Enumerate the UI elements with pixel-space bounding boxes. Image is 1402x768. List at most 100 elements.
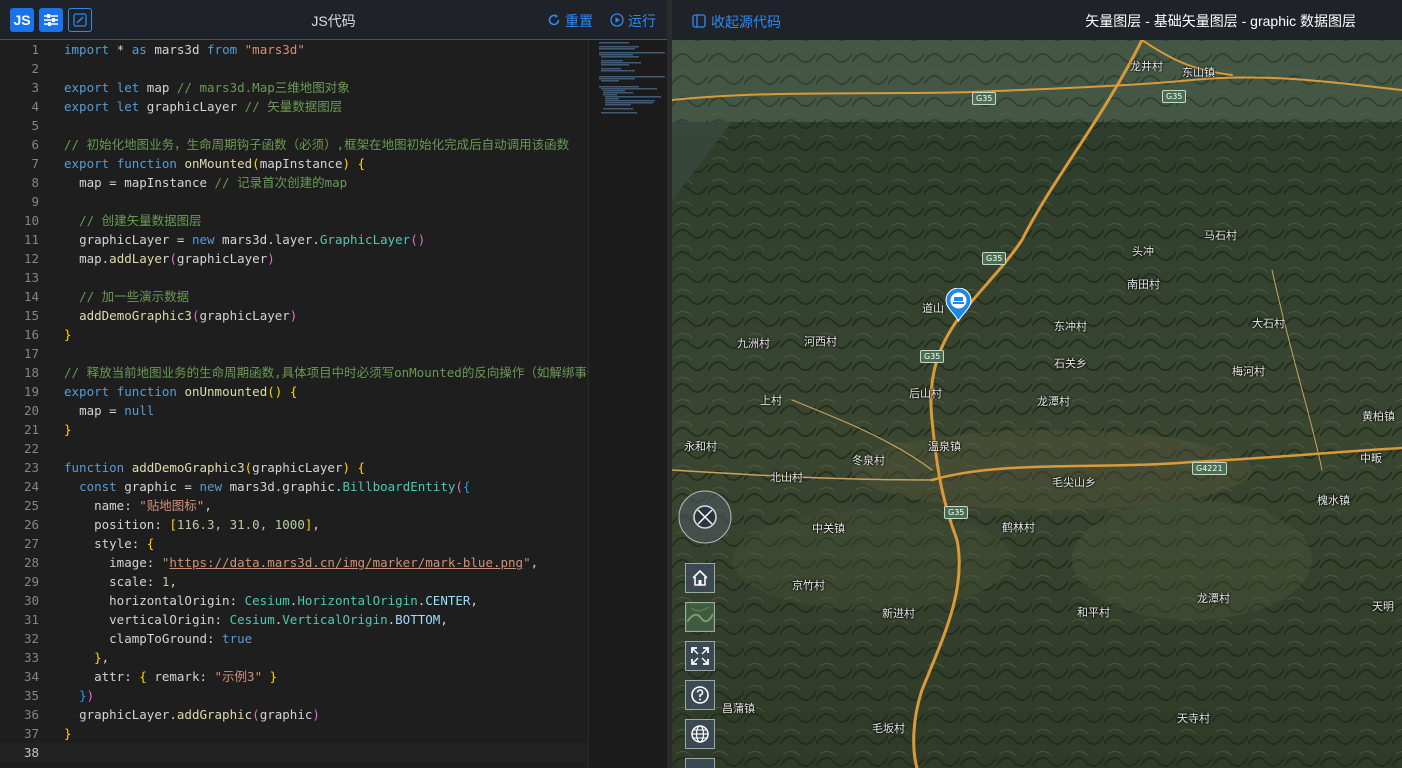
code-line: 7 export function onMounted(mapInstance) …	[31, 156, 366, 171]
map-label: 后山村	[909, 387, 942, 400]
blue-marker-billboard[interactable]	[945, 287, 972, 326]
extra-tool-button[interactable]	[685, 758, 715, 768]
code-line: 8 map = mapInstance // 记录首次创建的map	[31, 175, 348, 190]
map-label: 中关镇	[812, 522, 845, 535]
map-header: 收起源代码 矢量图层 - 基础矢量图层 - graphic 数据图层	[672, 0, 1402, 40]
basemap-button[interactable]	[685, 602, 715, 632]
map-label: 昌蒲镇	[722, 702, 755, 715]
fullscreen-button[interactable]	[685, 641, 715, 671]
map-label: 黄柏镇	[1362, 410, 1395, 423]
code-line: 18// 释放当前地图业务的生命周期函数,具体项目中时必须写onMounted的…	[23, 365, 588, 380]
map-label: 永和村	[684, 440, 717, 453]
map-label: 河西村	[804, 335, 837, 348]
map-label: 南田村	[1127, 278, 1160, 291]
code-line: 37}	[23, 726, 72, 741]
reset-label: 重置	[565, 13, 593, 29]
map-label: 道山	[922, 302, 944, 315]
code-line: 23 function addDemoGraphic3(graphicLayer)…	[23, 460, 366, 475]
play-circle-icon	[610, 12, 624, 30]
code-line: 24 const graphic = new mars3d.graphic.Bi…	[23, 479, 471, 494]
code-line: 12 map.addLayer(graphicLayer)	[23, 251, 275, 266]
code-line: 25 name: "贴地图标",	[23, 498, 212, 513]
code-line: 1 import * as mars3d from "mars3d"	[31, 42, 305, 57]
map-label: 东山镇	[1182, 66, 1215, 79]
run-label: 运行	[628, 13, 656, 29]
code-line: 15 addDemoGraphic3(graphicLayer)	[23, 308, 298, 323]
code-line: 3 export let map // mars3d.Map三维地图对象	[31, 80, 350, 95]
help-button[interactable]	[685, 680, 715, 710]
code-line: 35 })	[23, 688, 95, 703]
map-label: 和平村	[1077, 606, 1110, 619]
code-line: 10 // 创建矢量数据图层	[23, 213, 202, 228]
reset-button[interactable]: 重置	[547, 11, 593, 31]
home-button[interactable]	[685, 563, 715, 593]
code-line: 26 position: [116.3, 31.0, 1000],	[23, 517, 320, 532]
code-line: 13	[23, 270, 39, 285]
map-label: 东冲村	[1054, 320, 1087, 333]
map-label: 石关乡	[1054, 357, 1087, 370]
road-shield: G35	[982, 252, 1007, 265]
map-label: 冬泉村	[852, 454, 885, 467]
fullscreen-icon	[691, 647, 709, 665]
globe-button[interactable]	[685, 719, 715, 749]
map-title: 矢量图层 - 基础矢量图层 - graphic 数据图层	[1085, 13, 1356, 29]
compass-icon[interactable]	[677, 490, 733, 546]
code-line: 32 clampToGround: true	[23, 631, 253, 646]
code-line: 34 attr: { remark: "示例3" }	[23, 669, 278, 684]
map-label: 龙潭村	[1037, 395, 1070, 408]
map-label: 新进村	[882, 607, 915, 620]
map-label: 天明	[1372, 600, 1394, 613]
code-editor: JS JS代码 重置 运行 1 import * as mars3d from "…	[0, 0, 668, 768]
code-line: 31 verticalOrigin: Cesium.VerticalOrigin…	[23, 612, 448, 627]
map-label: 中畈	[1360, 452, 1382, 465]
code-line: 36 graphicLayer.addGraphic(graphic)	[23, 707, 320, 722]
code-area[interactable]: 1 import * as mars3d from "mars3d" 2 3 exp…	[0, 40, 588, 768]
map-label: 天寺村	[1177, 712, 1210, 725]
code-line: 33 },	[23, 650, 110, 665]
collapse-label: 收起源代码	[711, 14, 781, 30]
editor-toolbar: JS JS代码 重置 运行	[0, 0, 667, 40]
map-label: 头冲	[1132, 245, 1154, 258]
map-label: 大石村	[1252, 317, 1285, 330]
road-shield: G35	[920, 350, 945, 363]
code-line: 28 image: "https://data.mars3d.cn/img/ma…	[23, 555, 539, 570]
refresh-icon	[547, 13, 561, 30]
code-line: 5	[31, 118, 39, 133]
code-line: 20 map = null	[23, 403, 155, 418]
road-shield: G35	[944, 506, 969, 519]
map-label: 温泉镇	[928, 440, 961, 453]
map-label: 马石村	[1204, 229, 1237, 242]
map-label: 梅河村	[1232, 365, 1265, 378]
sidebar-collapse-icon	[692, 13, 706, 31]
map-label: 龙潭村	[1197, 592, 1230, 605]
map-label: 龙井村	[1130, 60, 1163, 73]
code-line: 22	[23, 441, 39, 456]
map-label: 鹤林村	[1002, 521, 1035, 534]
collapse-code-button[interactable]: 收起源代码	[692, 12, 781, 32]
map-viewer[interactable]: 收起源代码 矢量图层 - 基础矢量图层 - graphic 数据图层 龙井村 东…	[672, 0, 1402, 768]
help-icon	[691, 686, 709, 704]
road-shield: G4221	[1192, 462, 1227, 475]
code-line: 19 export function onUnmounted() {	[23, 384, 298, 399]
code-line: 6// 初始化地图业务，生命周期钩子函数（必须）,框架在地图初始化完成后自动调用…	[31, 137, 570, 152]
code-line: 11 graphicLayer = new mars3d.layer.Graph…	[23, 232, 426, 247]
map-label: 上村	[760, 394, 782, 407]
code-line: 2	[31, 61, 39, 76]
terrain-scene	[672, 0, 1402, 768]
code-line: 21}	[23, 422, 72, 437]
code-line: 17	[23, 346, 39, 361]
code-line: 29 scale: 1,	[23, 574, 177, 589]
code-line: 30 horizontalOrigin: Cesium.HorizontalOr…	[23, 593, 478, 608]
map-label: 京竹村	[792, 579, 825, 592]
run-button[interactable]: 运行	[610, 11, 656, 31]
map-label: 毛坂村	[872, 722, 905, 735]
code-minimap[interactable]	[588, 40, 668, 768]
map-label: 毛尖山乡	[1052, 476, 1096, 489]
basemap-icon	[687, 604, 713, 630]
code-line: 9	[31, 194, 39, 209]
road-shield: G35	[1162, 90, 1187, 103]
map-label: 槐水镇	[1317, 494, 1350, 507]
map-pin-icon	[945, 287, 972, 323]
road-shield: G35	[972, 92, 997, 105]
map-label: 九洲村	[737, 337, 770, 350]
